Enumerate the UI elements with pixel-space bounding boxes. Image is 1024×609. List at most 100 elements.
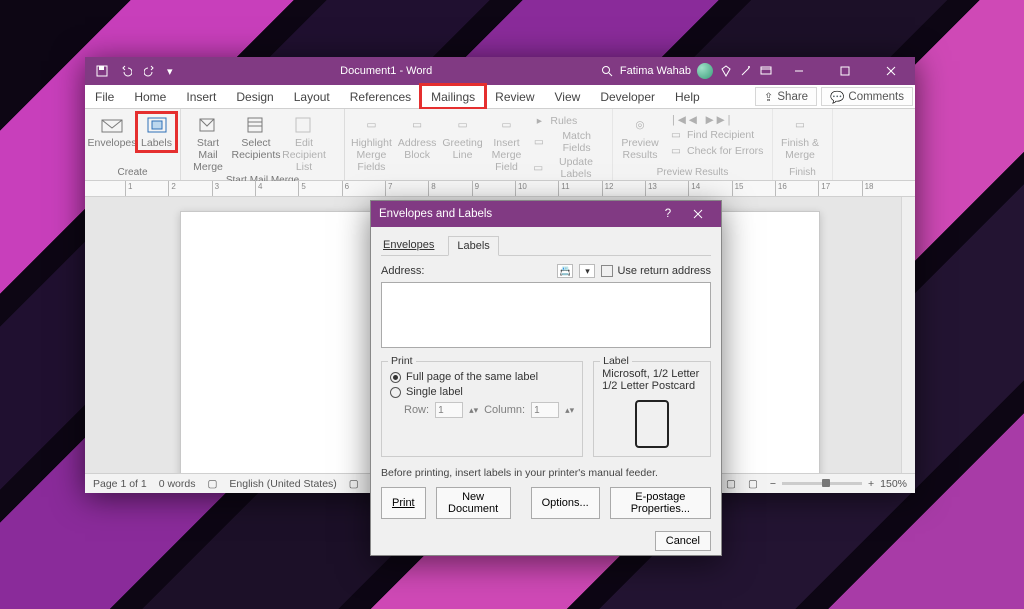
dialog-titlebar: Envelopes and Labels ? bbox=[371, 201, 721, 227]
dialog-tab-envelopes[interactable]: Envelopes bbox=[381, 235, 436, 255]
column-label: Column: bbox=[484, 404, 525, 416]
envelope-icon bbox=[100, 115, 124, 135]
finish-merge-button: ▭Finish & Merge bbox=[777, 113, 823, 163]
new-document-button[interactable]: New Document bbox=[436, 487, 511, 519]
highlight-merge-fields-button: ▭ Highlight Merge Fields bbox=[349, 113, 394, 175]
tab-mailings[interactable]: Mailings bbox=[421, 85, 485, 108]
ribbon-display-icon[interactable] bbox=[759, 64, 773, 78]
redo-icon[interactable] bbox=[143, 64, 157, 78]
options-button[interactable]: Options... bbox=[531, 487, 600, 519]
highlight-icon: ▭ bbox=[359, 115, 383, 135]
check-errors-button: ▭Check for Errors bbox=[665, 143, 767, 159]
labels-button[interactable]: Labels bbox=[137, 113, 176, 151]
mailmerge-icon bbox=[196, 115, 220, 135]
cancel-button[interactable]: Cancel bbox=[655, 531, 711, 551]
diamond-icon[interactable] bbox=[719, 64, 733, 78]
titlebar: ▾ Document1 - Word Fatima Wahab bbox=[85, 57, 915, 85]
tab-home[interactable]: Home bbox=[124, 85, 176, 108]
view-web-icon[interactable]: ▢ bbox=[748, 478, 758, 490]
share-icon: ⇪ bbox=[764, 90, 774, 104]
tab-file[interactable]: File bbox=[85, 85, 124, 108]
share-button[interactable]: ⇪Share bbox=[755, 87, 817, 106]
print-section-title: Print bbox=[388, 355, 416, 367]
tab-insert[interactable]: Insert bbox=[176, 85, 226, 108]
epostage-button[interactable]: E-postage Properties... bbox=[610, 487, 711, 519]
select-recipients-button[interactable]: Select Recipients bbox=[233, 113, 279, 163]
envelopes-button[interactable]: Envelopes bbox=[89, 113, 135, 151]
address-dropdown-icon[interactable]: ▾ bbox=[579, 264, 595, 278]
view-print-icon[interactable]: ▢ bbox=[726, 478, 736, 490]
recipients-icon bbox=[244, 115, 268, 135]
save-icon[interactable] bbox=[95, 64, 109, 78]
zoom-out-icon[interactable]: − bbox=[770, 478, 776, 490]
row-label: Row: bbox=[404, 404, 429, 416]
group-finish-label: Finish bbox=[773, 167, 832, 180]
ruler[interactable]: 123456789101112131415161718 bbox=[85, 181, 915, 197]
label-vendor: Microsoft, 1/2 Letter bbox=[602, 368, 702, 380]
label-product: 1/2 Letter Postcard bbox=[602, 380, 702, 392]
edit-recipient-list-button[interactable]: Edit Recipient List bbox=[281, 113, 327, 175]
start-mail-merge-button[interactable]: Start Mail Merge bbox=[185, 113, 231, 175]
window-title: Document1 - Word bbox=[173, 65, 600, 77]
tab-view[interactable]: View bbox=[545, 85, 591, 108]
update-labels-button: ▭Update Labels bbox=[528, 155, 608, 181]
dialog-close-button[interactable] bbox=[683, 201, 713, 227]
label-panel[interactable]: Label Microsoft, 1/2 Letter 1/2 Letter P… bbox=[593, 361, 711, 457]
radio-full-page[interactable]: Full page of the same label bbox=[390, 371, 574, 383]
tab-help[interactable]: Help bbox=[665, 85, 710, 108]
comments-button[interactable]: 💬Comments bbox=[821, 87, 913, 106]
use-return-address-checkbox[interactable]: Use return address bbox=[601, 265, 711, 277]
search-icon[interactable] bbox=[600, 64, 614, 78]
dialog-tab-labels[interactable]: Labels bbox=[448, 236, 498, 256]
ribbon: Envelopes Labels Create Start Mail Merge… bbox=[85, 109, 915, 181]
greeting-line-button: ▭Greeting Line bbox=[440, 113, 484, 163]
wand-icon[interactable] bbox=[739, 64, 753, 78]
match-fields-button: ▭Match Fields bbox=[528, 129, 608, 155]
nav-first-button: ❘◀ ◀ ▶ ▶❘ bbox=[665, 113, 767, 127]
comment-icon: 💬 bbox=[830, 90, 844, 104]
preview-results-button: ◎Preview Results bbox=[617, 113, 663, 163]
edit-list-icon bbox=[292, 115, 316, 135]
address-label: Address: bbox=[381, 265, 424, 277]
zoom-in-icon[interactable]: + bbox=[868, 478, 874, 490]
close-button[interactable] bbox=[871, 57, 911, 85]
tab-layout[interactable]: Layout bbox=[284, 85, 340, 108]
dialog-tabs: Envelopes Labels bbox=[381, 235, 711, 256]
find-recipient-button: ▭Find Recipient bbox=[665, 127, 767, 143]
labels-icon bbox=[145, 115, 169, 135]
label-section-title: Label bbox=[600, 355, 632, 367]
zoom-level[interactable]: 150% bbox=[880, 478, 907, 490]
page-indicator[interactable]: Page 1 of 1 bbox=[93, 478, 147, 490]
address-block-button: ▭Address Block bbox=[396, 113, 439, 163]
zoom-slider[interactable] bbox=[782, 482, 862, 485]
group-preview-label: Preview Results bbox=[613, 167, 772, 180]
user-name[interactable]: Fatima Wahab bbox=[620, 65, 691, 77]
row-spinner: 1 bbox=[435, 402, 463, 418]
word-count[interactable]: 0 words bbox=[159, 478, 196, 490]
label-preview-icon bbox=[635, 400, 669, 448]
language-indicator[interactable]: English (United States) bbox=[229, 478, 336, 490]
address-book-icon[interactable]: 📇 bbox=[557, 264, 573, 278]
macro-icon[interactable]: ▢ bbox=[349, 478, 359, 490]
tab-references[interactable]: References bbox=[340, 85, 421, 108]
column-spinner: 1 bbox=[531, 402, 559, 418]
group-create-label: Create bbox=[85, 167, 180, 180]
address-textarea[interactable] bbox=[381, 282, 711, 348]
tab-developer[interactable]: Developer bbox=[590, 85, 665, 108]
radio-single-label[interactable]: Single label bbox=[390, 386, 574, 398]
print-button[interactable]: Print bbox=[381, 487, 426, 519]
spell-check-icon[interactable]: ▢ bbox=[207, 478, 217, 490]
avatar[interactable] bbox=[697, 63, 713, 79]
tab-review[interactable]: Review bbox=[485, 85, 544, 108]
dialog-help-button[interactable]: ? bbox=[653, 201, 683, 227]
ribbon-tabs: File Home Insert Design Layout Reference… bbox=[85, 85, 915, 109]
rules-button: ▸Rules bbox=[528, 113, 608, 129]
insert-merge-field-button: ▭Insert Merge Field bbox=[487, 113, 527, 175]
undo-icon[interactable] bbox=[119, 64, 133, 78]
maximize-button[interactable] bbox=[825, 57, 865, 85]
tab-design[interactable]: Design bbox=[226, 85, 283, 108]
vertical-scrollbar[interactable] bbox=[901, 197, 915, 473]
feeder-hint: Before printing, insert labels in your p… bbox=[381, 467, 711, 479]
envelopes-labels-dialog: Envelopes and Labels ? Envelopes Labels … bbox=[370, 200, 722, 556]
minimize-button[interactable] bbox=[779, 57, 819, 85]
